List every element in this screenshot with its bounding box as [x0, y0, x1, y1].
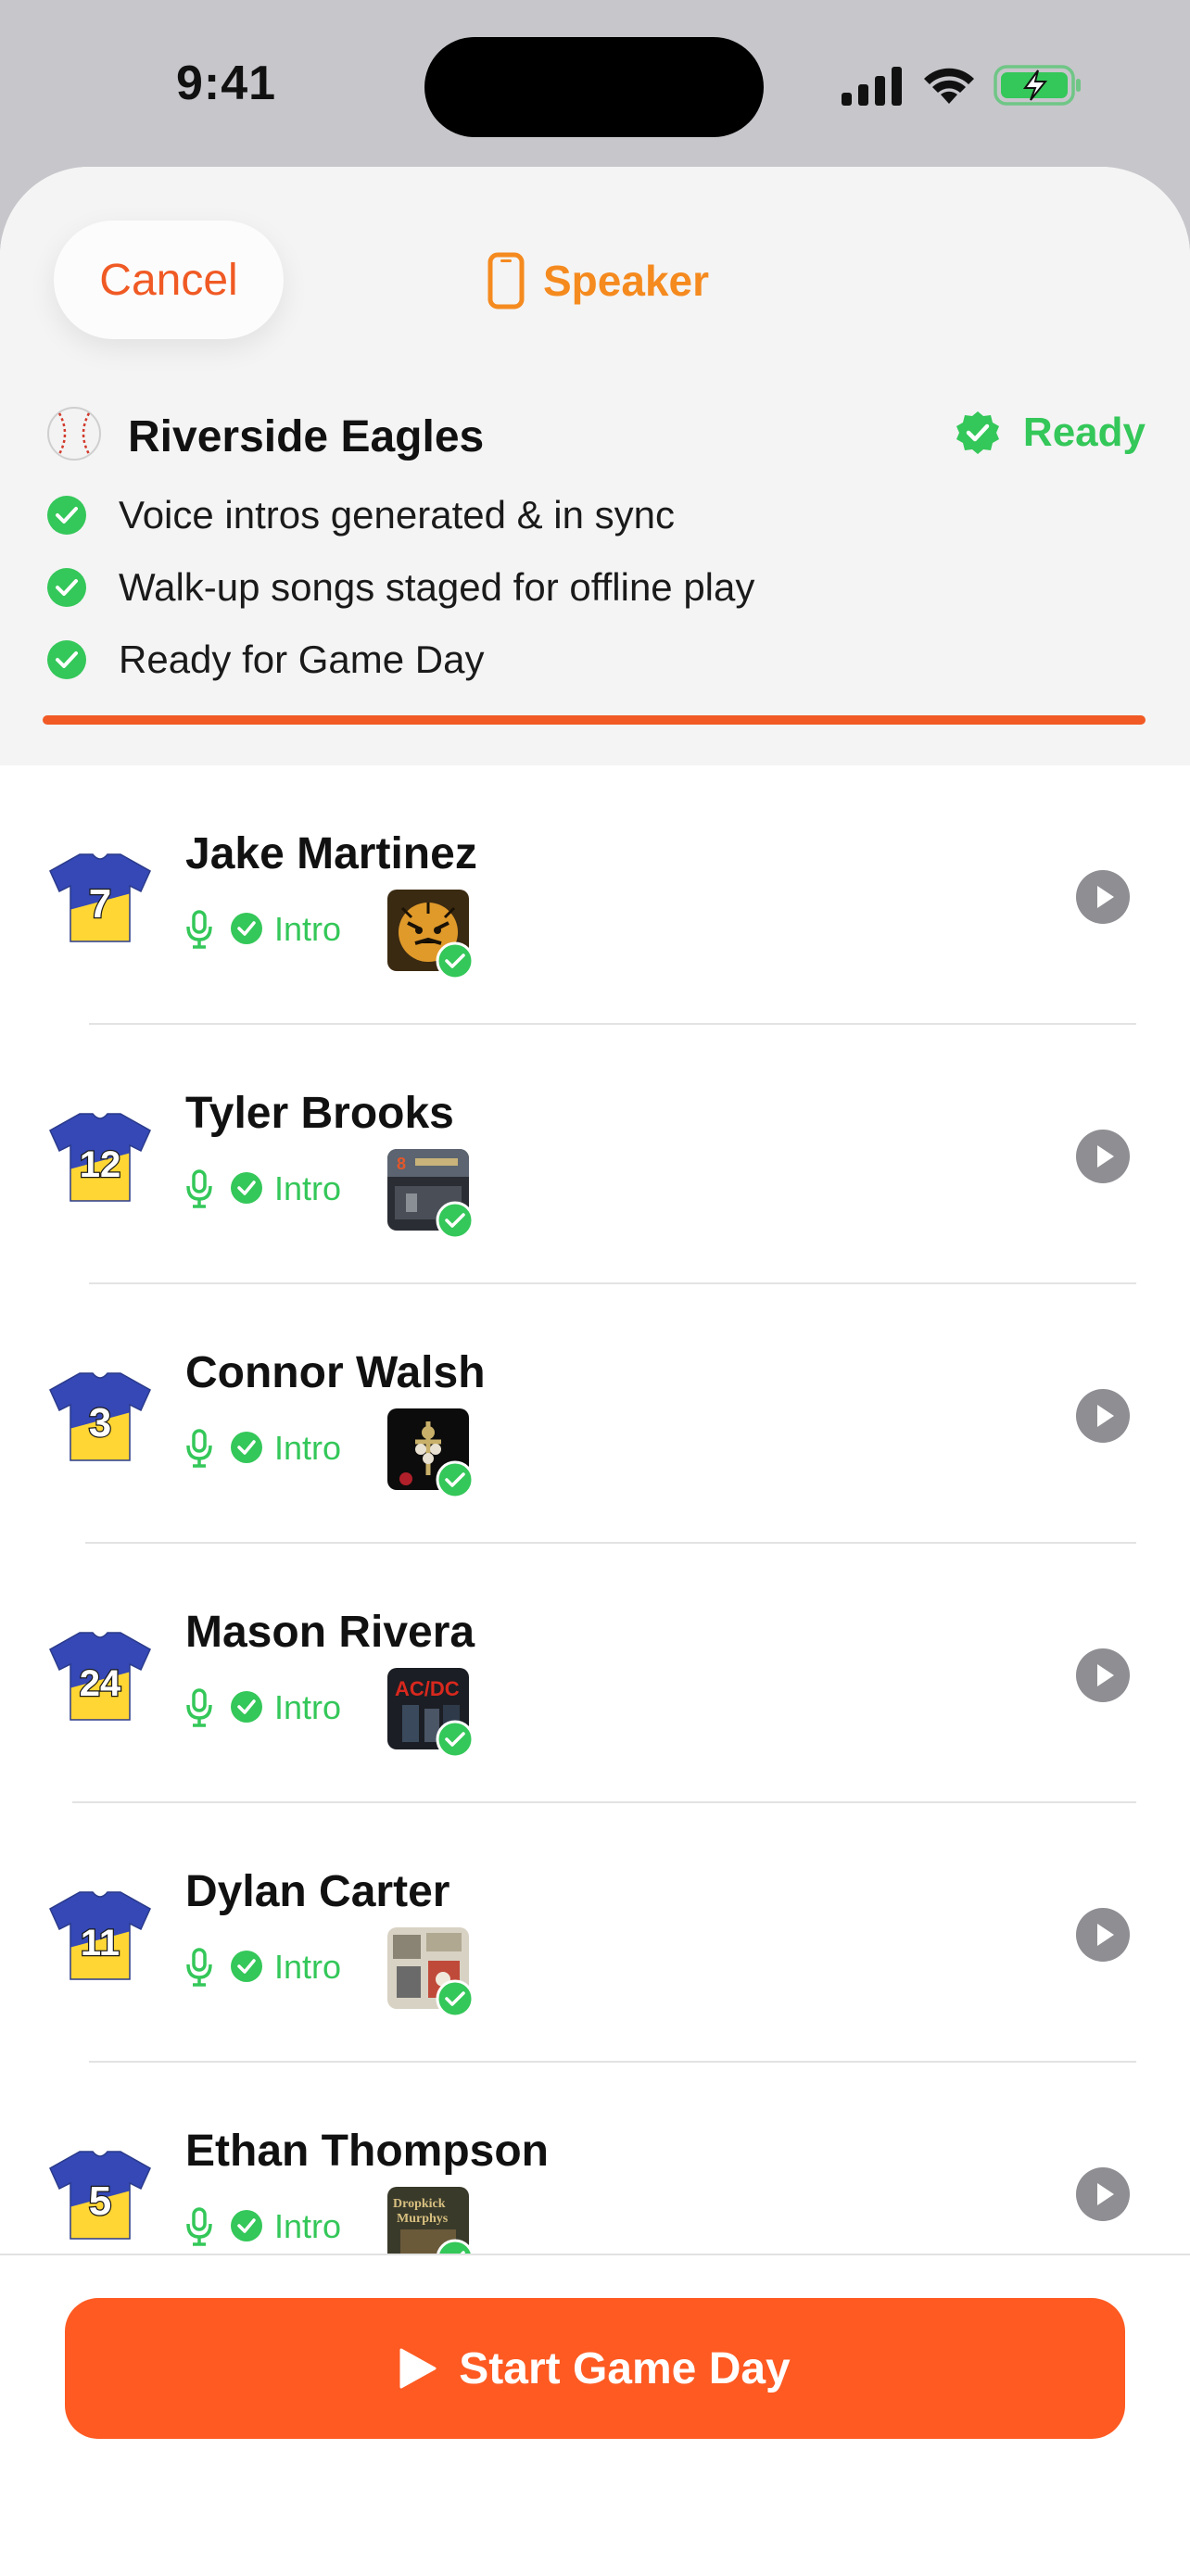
microphone-icon: [186, 1948, 212, 1987]
game-day-sheet: Cancel Speaker Riverside Eagles Ready Vo…: [0, 167, 1190, 2574]
wifi-icon: [924, 68, 974, 104]
jersey-number: 5: [89, 2178, 111, 2224]
jersey-icon: 7: [49, 853, 151, 942]
checklist-text: Walk-up songs staged for offline play: [119, 565, 755, 609]
intro-status-label: Intro: [274, 1169, 342, 1207]
ready-badge: Ready: [955, 410, 1146, 456]
intro-status-label: Intro: [274, 910, 342, 948]
checklist-item: Walk-up songs staged for offline play: [46, 560, 754, 615]
jersey-number: 12: [80, 1144, 121, 1185]
jersey-icon: 11: [49, 1891, 151, 1980]
player-name: Tyler Brooks: [185, 1089, 454, 1138]
speaker-label: Speaker: [543, 257, 710, 305]
jersey-icon: 12: [49, 1113, 151, 1202]
start-game-day-label: Start Game Day: [459, 2343, 791, 2393]
sheet-header: Cancel Speaker Riverside Eagles Ready Vo…: [0, 167, 1190, 765]
player-row[interactable]: 12 Tyler Brooks Intro 8: [0, 1025, 1190, 1284]
player-name: Mason Rivera: [185, 1608, 475, 1657]
readiness-progress-bar: [43, 715, 1146, 725]
checklist-text: Ready for Game Day: [119, 638, 485, 681]
cancel-button[interactable]: Cancel: [54, 221, 284, 339]
player-row[interactable]: 7 Jake Martinez Intro: [0, 765, 1190, 1025]
verified-badge-icon: [956, 411, 999, 454]
status-time: 9:41: [176, 57, 277, 110]
intro-status-label: Intro: [274, 2207, 342, 2245]
song-staged-check-icon: [436, 1201, 475, 1240]
checklist-item: Voice intros generated & in sync: [46, 487, 675, 543]
player-name: Dylan Carter: [185, 1867, 450, 1916]
team-row: Riverside Eagles Ready: [46, 402, 1146, 467]
player-row[interactable]: 24 Mason Rivera Intro AC/DC: [0, 1544, 1190, 1803]
jersey-number: 7: [89, 881, 111, 927]
play-preview-button[interactable]: [1075, 2166, 1131, 2222]
player-row[interactable]: 11 Dylan Carter Intro: [0, 1803, 1190, 2063]
song-staged-check-icon: [436, 1460, 475, 1499]
checkmark-circle-icon: [231, 2210, 262, 2241]
checkmark-circle-icon: [231, 1432, 262, 1463]
checkmark-circle-icon: [231, 1951, 262, 1982]
svg-text:Murphys: Murphys: [397, 2212, 449, 2226]
intro-status-label: Intro: [274, 1429, 342, 1467]
player-name: Jake Martinez: [185, 829, 477, 878]
play-preview-button[interactable]: [1075, 869, 1131, 925]
battery-charging-icon: [994, 65, 1081, 106]
cellular-signal-icon: [842, 67, 902, 106]
play-preview-button[interactable]: [1075, 1907, 1131, 1963]
play-icon: [399, 2348, 437, 2389]
svg-text:AC/DC: AC/DC: [395, 1677, 460, 1700]
svg-text:8: 8: [397, 1155, 406, 1173]
status-bar: 9:41: [0, 0, 1190, 167]
microphone-icon: [186, 1169, 212, 1208]
jersey-icon: 3: [49, 1372, 151, 1461]
player-row[interactable]: 3 Connor Walsh Intro: [0, 1284, 1190, 1544]
checkmark-circle-icon: [47, 568, 86, 607]
phone-speaker-icon: [487, 252, 525, 309]
intro-status-label: Intro: [274, 1948, 342, 1986]
player-name: Ethan Thompson: [185, 2127, 549, 2176]
play-preview-button[interactable]: [1075, 1129, 1131, 1184]
microphone-icon: [186, 1688, 212, 1727]
team-name: Riverside Eagles: [128, 412, 485, 461]
song-staged-check-icon: [436, 1720, 475, 1759]
checkmark-circle-icon: [47, 640, 86, 679]
play-preview-button[interactable]: [1075, 1388, 1131, 1444]
jersey-icon: 5: [49, 2151, 151, 2240]
play-preview-button[interactable]: [1075, 1648, 1131, 1703]
speaker-button[interactable]: Speaker: [487, 248, 709, 313]
start-game-day-button[interactable]: Start Game Day: [65, 2298, 1125, 2439]
player-name: Connor Walsh: [185, 1348, 486, 1397]
checkmark-circle-icon: [47, 496, 86, 535]
checklist-text: Voice intros generated & in sync: [119, 493, 676, 537]
svg-text:Dropkick: Dropkick: [393, 2197, 446, 2211]
ready-label: Ready: [1022, 410, 1146, 455]
jersey-number: 3: [89, 1400, 111, 1446]
checklist-item: Ready for Game Day: [46, 632, 485, 688]
intro-status-label: Intro: [274, 1688, 342, 1726]
checkmark-circle-icon: [231, 1172, 262, 1204]
microphone-icon: [186, 2207, 212, 2246]
microphone-icon: [186, 1429, 212, 1468]
jersey-number: 11: [81, 1923, 120, 1964]
jersey-icon: 24: [49, 1632, 151, 1721]
checkmark-circle-icon: [231, 913, 262, 944]
jersey-number: 24: [80, 1663, 121, 1704]
dynamic-island: [424, 37, 764, 137]
song-staged-check-icon: [436, 1979, 475, 2018]
song-staged-check-icon: [436, 941, 475, 980]
baseball-icon: [47, 407, 101, 461]
checkmark-circle-icon: [231, 1691, 262, 1723]
microphone-icon: [186, 910, 212, 949]
